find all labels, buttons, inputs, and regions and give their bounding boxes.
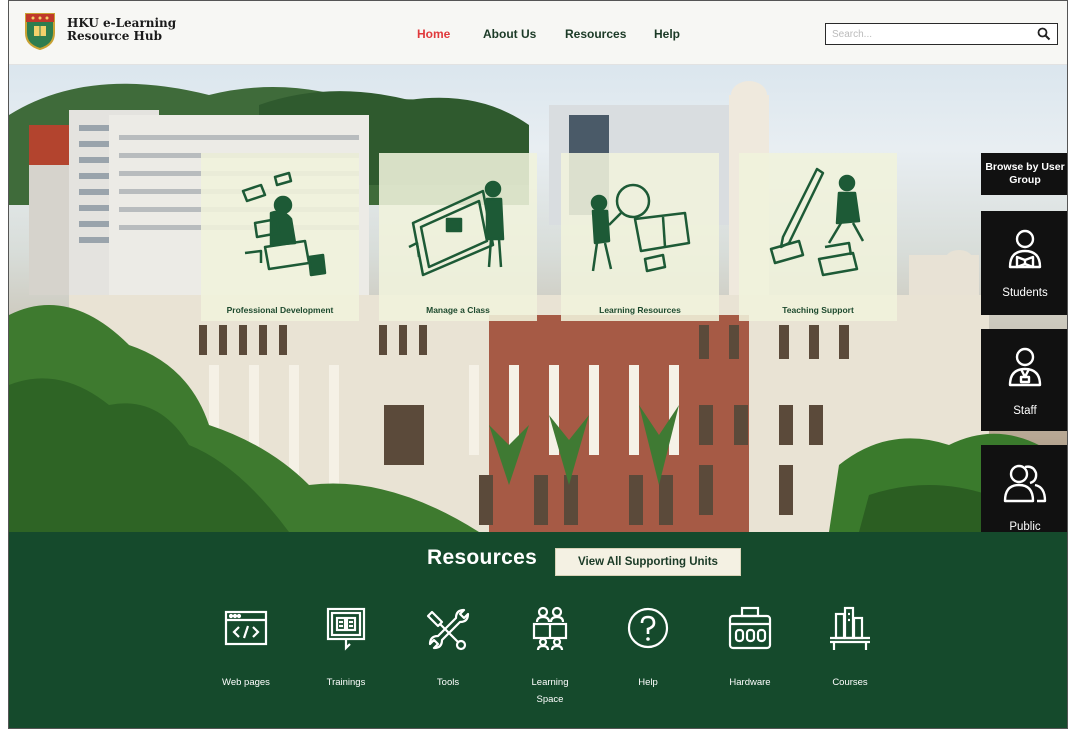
resource-label: Help bbox=[638, 677, 658, 688]
card-label: Learning Resources bbox=[599, 305, 681, 315]
card-learning-resources[interactable]: Learning Resources bbox=[561, 153, 719, 321]
courses-icon bbox=[830, 606, 870, 650]
page-frame: HKU e-Learning Resource Hub Home About U… bbox=[8, 0, 1068, 729]
resource-label: Learning Space bbox=[531, 677, 569, 705]
group-label: Public bbox=[1009, 521, 1041, 532]
resource-label: Tools bbox=[436, 677, 460, 688]
user-group-students[interactable]: Students bbox=[981, 211, 1067, 315]
student-icon bbox=[1008, 229, 1042, 269]
search-input[interactable] bbox=[832, 26, 1022, 42]
resources-section: Resources View All Supporting Units Web … bbox=[9, 532, 1067, 728]
group-label: Students bbox=[1002, 287, 1048, 299]
resource-courses[interactable]: Courses bbox=[805, 604, 895, 714]
resources-title: Resources bbox=[427, 546, 538, 569]
nav-home[interactable]: Home bbox=[417, 27, 450, 41]
search-box bbox=[825, 23, 1058, 45]
nav-about-us[interactable]: About Us bbox=[483, 27, 536, 41]
card-manage-a-class[interactable]: Manage a Class bbox=[379, 153, 537, 321]
resource-hardware[interactable]: Hardware bbox=[705, 604, 795, 714]
tools-icon bbox=[426, 608, 470, 651]
browse-by-user-group-title: Browse by User Group bbox=[981, 153, 1067, 195]
site-brand[interactable]: HKU e-Learning Resource Hub bbox=[67, 17, 176, 43]
pen-runner-illustration-icon bbox=[769, 167, 865, 277]
learning-space-icon bbox=[532, 606, 568, 651]
view-all-supporting-units-button[interactable]: View All Supporting Units bbox=[555, 548, 741, 576]
code-window-icon bbox=[224, 610, 268, 646]
nav-help[interactable]: Help bbox=[654, 27, 680, 41]
card-teaching-support[interactable]: Teaching Support bbox=[739, 153, 897, 321]
public-icon bbox=[1003, 464, 1047, 503]
card-label: Manage a Class bbox=[426, 305, 490, 315]
header: HKU e-Learning Resource Hub Home About U… bbox=[9, 1, 1067, 65]
training-board-icon bbox=[326, 607, 366, 651]
search-icon[interactable] bbox=[1037, 27, 1051, 41]
hero-banner: Professional Development Manage a Class bbox=[9, 65, 1067, 532]
person-laptop-illustration-icon bbox=[241, 171, 327, 277]
nav-resources[interactable]: Resources bbox=[565, 27, 626, 41]
resource-help[interactable]: Help bbox=[603, 604, 693, 714]
card-professional-development[interactable]: Professional Development bbox=[201, 153, 359, 321]
user-group-staff[interactable]: Staff bbox=[981, 329, 1067, 431]
resource-label: Web pages bbox=[222, 677, 270, 688]
hardware-icon bbox=[728, 606, 772, 650]
brand-line-2: Resource Hub bbox=[67, 29, 162, 43]
magnifier-book-illustration-icon bbox=[590, 183, 691, 273]
resource-label: Trainings bbox=[326, 677, 366, 688]
resource-tools[interactable]: Tools bbox=[403, 604, 493, 714]
staff-icon bbox=[1008, 347, 1042, 387]
group-label: Staff bbox=[1013, 405, 1037, 417]
help-icon bbox=[627, 607, 669, 649]
card-label: Teaching Support bbox=[782, 305, 854, 315]
resource-trainings[interactable]: Trainings bbox=[301, 604, 391, 714]
teacher-screen-illustration-icon bbox=[408, 180, 505, 277]
resource-label: Courses bbox=[832, 677, 868, 688]
resource-web-pages[interactable]: Web pages bbox=[201, 604, 291, 714]
hku-crest-logo[interactable] bbox=[23, 11, 57, 51]
resource-learning-space[interactable]: Learning Space bbox=[505, 604, 595, 728]
user-group-public[interactable]: Public bbox=[981, 445, 1067, 532]
resource-label: Hardware bbox=[729, 677, 771, 688]
card-label: Professional Development bbox=[226, 305, 334, 315]
campus-photo-image bbox=[9, 81, 1067, 532]
